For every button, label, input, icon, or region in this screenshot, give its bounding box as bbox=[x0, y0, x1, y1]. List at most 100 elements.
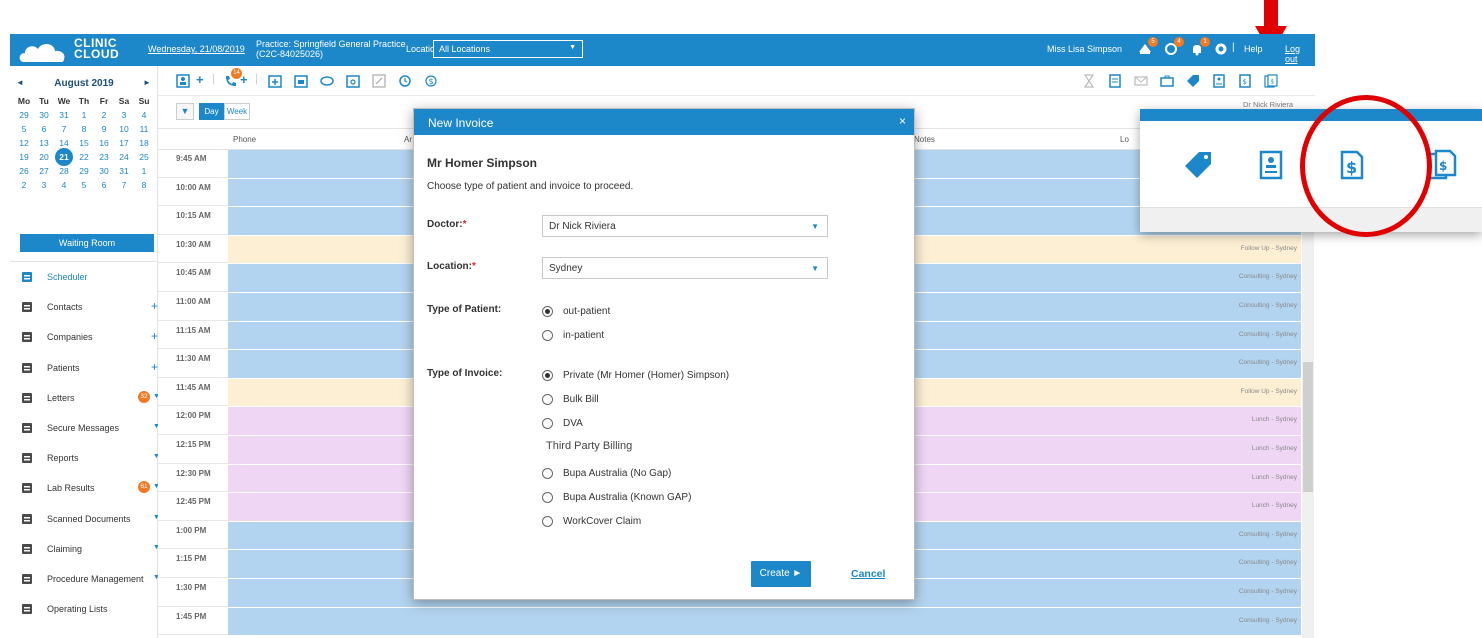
sidebar-item-contacts[interactable]: Contacts + bbox=[10, 292, 158, 322]
sidebar-item-patients[interactable]: Patients + bbox=[10, 353, 158, 383]
radio-option[interactable]: Bulk Bill bbox=[542, 392, 599, 406]
calendar-day[interactable]: 29 bbox=[14, 108, 34, 122]
calendar-day[interactable]: 3 bbox=[114, 108, 134, 122]
calendar-day[interactable]: 5 bbox=[74, 178, 94, 192]
notes-icon[interactable] bbox=[1108, 74, 1122, 88]
chat-icon[interactable] bbox=[320, 74, 334, 88]
calendar-day[interactable]: 21 bbox=[54, 148, 74, 166]
calendar-day[interactable]: 22 bbox=[74, 150, 94, 164]
scrollbar-thumb[interactable] bbox=[1303, 362, 1313, 492]
calendar-day[interactable]: 4 bbox=[54, 178, 74, 192]
patient-details-icon[interactable] bbox=[1212, 74, 1226, 88]
radio-checked[interactable] bbox=[542, 369, 553, 381]
sidebar-item-lab-results[interactable]: Lab Results 61 ▼ bbox=[10, 473, 160, 503]
calendar-day[interactable]: 2 bbox=[14, 178, 34, 192]
calendar-day[interactable]: 28 bbox=[54, 164, 74, 178]
briefcase-icon[interactable] bbox=[1160, 74, 1174, 88]
add-icon[interactable]: + bbox=[151, 299, 158, 313]
sidebar-item-scheduler[interactable]: Scheduler bbox=[10, 262, 158, 292]
add-icon[interactable]: + bbox=[151, 329, 158, 343]
tag-icon[interactable] bbox=[1186, 74, 1200, 88]
tasks-icon[interactable]: 4 bbox=[1164, 37, 1184, 56]
calendar-day[interactable]: 4 bbox=[134, 108, 154, 122]
radio-unchecked[interactable] bbox=[542, 467, 553, 479]
radio-option[interactable]: Private (Mr Homer (Homer) Simpson) bbox=[542, 368, 729, 382]
sidebar-item-reports[interactable]: Reports ▼ bbox=[10, 443, 160, 473]
clinic-cloud-logo[interactable]: CLINIC CLOUD bbox=[18, 37, 148, 63]
calendar-day[interactable]: 18 bbox=[134, 136, 154, 150]
calendar-day[interactable]: 27 bbox=[34, 164, 54, 178]
current-date-link[interactable]: Wednesday, 21/08/2019 bbox=[148, 44, 245, 54]
calendar-day[interactable]: 12 bbox=[14, 136, 34, 150]
time-slot-row[interactable]: 1:45 PM Consulting - Sydney bbox=[158, 607, 1301, 637]
search-calendar-icon[interactable] bbox=[346, 74, 360, 88]
radio-unchecked[interactable] bbox=[542, 417, 553, 429]
hourglass-icon[interactable] bbox=[1082, 74, 1096, 88]
calendar-day[interactable]: 19 bbox=[14, 150, 34, 164]
logout-link[interactable]: Log out bbox=[1285, 44, 1315, 64]
radio-option[interactable]: Bupa Australia (No Gap) bbox=[542, 466, 671, 480]
location-field-select[interactable]: Sydney ▼ bbox=[542, 257, 828, 279]
mail-icon[interactable] bbox=[1134, 74, 1148, 88]
day-view-button[interactable]: Day bbox=[199, 103, 224, 120]
multi-invoice-icon[interactable]: $ bbox=[1264, 74, 1278, 88]
add-appointment-icon[interactable] bbox=[268, 74, 282, 88]
add-call-button[interactable]: + bbox=[240, 72, 254, 87]
filter-button[interactable]: ▼ bbox=[176, 103, 194, 120]
calendar-day[interactable]: 1 bbox=[74, 108, 94, 122]
add-icon[interactable]: + bbox=[151, 360, 158, 374]
radio-unchecked[interactable] bbox=[542, 515, 553, 527]
radio-unchecked[interactable] bbox=[542, 491, 553, 503]
calendar-day[interactable]: 6 bbox=[94, 178, 114, 192]
calendar-day[interactable]: 13 bbox=[34, 136, 54, 150]
calendar-day[interactable]: 6 bbox=[34, 122, 54, 136]
location-select[interactable]: All Locations ▼ bbox=[433, 40, 583, 58]
sidebar-item-companies[interactable]: Companies + bbox=[10, 322, 158, 352]
appointment-band[interactable]: Consulting - Sydney bbox=[228, 607, 1301, 636]
sidebar-item-claiming[interactable]: Claiming ▼ bbox=[10, 534, 160, 564]
calendar-day[interactable]: 15 bbox=[74, 136, 94, 150]
calendar-day[interactable]: 30 bbox=[94, 164, 114, 178]
add-button[interactable]: + bbox=[196, 72, 210, 87]
calendar-day[interactable]: 23 bbox=[94, 150, 114, 164]
patient-card-icon[interactable] bbox=[176, 74, 190, 88]
sidebar-item-secure-messages[interactable]: Secure Messages ▼ bbox=[10, 413, 160, 443]
radio-option[interactable]: out-patient bbox=[542, 304, 610, 318]
calendar-day[interactable]: 5 bbox=[14, 122, 34, 136]
sidebar-item-letters[interactable]: Letters 32 ▼ bbox=[10, 383, 160, 413]
calendar-day[interactable]: 3 bbox=[34, 178, 54, 192]
calendar-day[interactable]: 10 bbox=[114, 122, 134, 136]
bell-icon[interactable]: 1 bbox=[1190, 37, 1210, 56]
doctor-select[interactable]: Dr Nick Riviera ▼ bbox=[542, 215, 828, 237]
calendar-day[interactable]: 26 bbox=[14, 164, 34, 178]
radio-option[interactable]: in-patient bbox=[542, 328, 604, 342]
billing-icon[interactable]: $ bbox=[424, 74, 438, 88]
create-button[interactable]: Create ► bbox=[751, 561, 811, 587]
calendar-icon[interactable] bbox=[294, 74, 308, 88]
calendar-day[interactable]: 20 bbox=[34, 150, 54, 164]
close-icon[interactable]: × bbox=[899, 114, 906, 128]
calendar-day[interactable]: 24 bbox=[114, 150, 134, 164]
calendar-day[interactable]: 9 bbox=[94, 122, 114, 136]
help-link[interactable]: Help bbox=[1244, 44, 1263, 54]
cancel-link[interactable]: Cancel bbox=[851, 568, 885, 580]
calendar-day[interactable]: 8 bbox=[134, 178, 154, 192]
calendar-day[interactable]: 30 bbox=[34, 108, 54, 122]
calendar-day[interactable]: 8 bbox=[74, 122, 94, 136]
radio-option[interactable]: Bupa Australia (Known GAP) bbox=[542, 490, 691, 504]
sidebar-item-procedure-management[interactable]: Procedure Management ▼ bbox=[10, 564, 160, 594]
radio-unchecked[interactable] bbox=[542, 329, 553, 341]
messages-icon[interactable]: 5 bbox=[1138, 37, 1158, 56]
user-name[interactable]: Miss Lisa Simpson bbox=[1047, 44, 1122, 54]
week-view-button[interactable]: Week bbox=[224, 103, 250, 120]
calendar-day[interactable]: 7 bbox=[54, 122, 74, 136]
calendar-day[interactable]: 29 bbox=[74, 164, 94, 178]
waiting-room-button[interactable]: Waiting Room bbox=[20, 234, 154, 252]
sidebar-item-scanned-documents[interactable]: Scanned Documents ▼ bbox=[10, 504, 160, 534]
radio-unchecked[interactable] bbox=[542, 393, 553, 405]
calendar-day[interactable]: 25 bbox=[134, 150, 154, 164]
calendar-day[interactable]: 31 bbox=[54, 108, 74, 122]
tag-icon[interactable] bbox=[1182, 149, 1214, 181]
radio-checked[interactable] bbox=[542, 305, 553, 317]
calendar-day[interactable]: 2 bbox=[94, 108, 114, 122]
